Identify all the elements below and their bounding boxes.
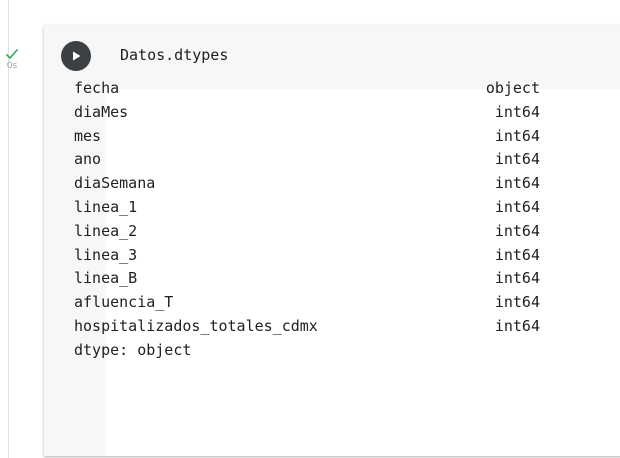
play-icon <box>73 51 81 61</box>
dtype-row: linea_2 int64 <box>74 220 540 244</box>
column-dtype: int64 <box>494 245 540 264</box>
column-name: afluencia_T <box>74 293 174 312</box>
run-cell-button[interactable] <box>61 41 91 71</box>
column-dtype: int64 <box>494 174 540 193</box>
column-dtype: int64 <box>494 293 540 312</box>
column-name: linea_2 <box>74 221 138 240</box>
dtype-row: ano int64 <box>74 148 540 172</box>
dtype-footer: dtype: object <box>74 339 540 363</box>
series-dtype-footer: dtype: object <box>74 340 192 359</box>
dtype-row: afluencia_T int64 <box>74 291 540 315</box>
column-name: linea_B <box>74 269 138 288</box>
execution-status: 0s <box>2 48 22 72</box>
column-dtype: int64 <box>494 197 540 216</box>
column-name: diaMes <box>74 102 129 121</box>
column-dtype: int64 <box>494 316 540 335</box>
column-name: diaSemana <box>74 174 156 193</box>
dtype-row: linea_B int64 <box>74 267 540 291</box>
notebook-page: 0s Datos.dtypes fecha object diaMes int6… <box>0 0 620 458</box>
column-dtype: int64 <box>494 102 540 121</box>
column-dtype: int64 <box>494 126 540 145</box>
column-name: hospitalizados_totales_cdmx <box>74 316 318 335</box>
dtype-row: hospitalizados_totales_cdmx int64 <box>74 315 540 339</box>
cell-source-code[interactable]: Datos.dtypes <box>120 45 228 65</box>
column-dtype: int64 <box>494 150 540 169</box>
column-dtype: int64 <box>494 269 540 288</box>
cell-output: fecha object diaMes int64 mes int64 ano … <box>74 77 540 363</box>
column-dtype: object <box>485 79 540 97</box>
dtype-row: linea_1 int64 <box>74 196 540 220</box>
column-name: ano <box>74 150 102 169</box>
dtype-row: diaMes int64 <box>74 101 540 125</box>
execution-duration: 0s <box>6 61 18 71</box>
dtype-row: linea_3 int64 <box>74 244 540 268</box>
column-name: linea_3 <box>74 245 138 264</box>
column-dtype: int64 <box>494 221 540 240</box>
column-name: mes <box>74 126 102 145</box>
column-name: fecha <box>74 79 120 97</box>
check-icon <box>5 48 19 60</box>
column-name: linea_1 <box>74 197 138 216</box>
dtype-row: fecha object <box>74 77 540 101</box>
dtype-row: mes int64 <box>74 125 540 149</box>
dtype-row: diaSemana int64 <box>74 172 540 196</box>
